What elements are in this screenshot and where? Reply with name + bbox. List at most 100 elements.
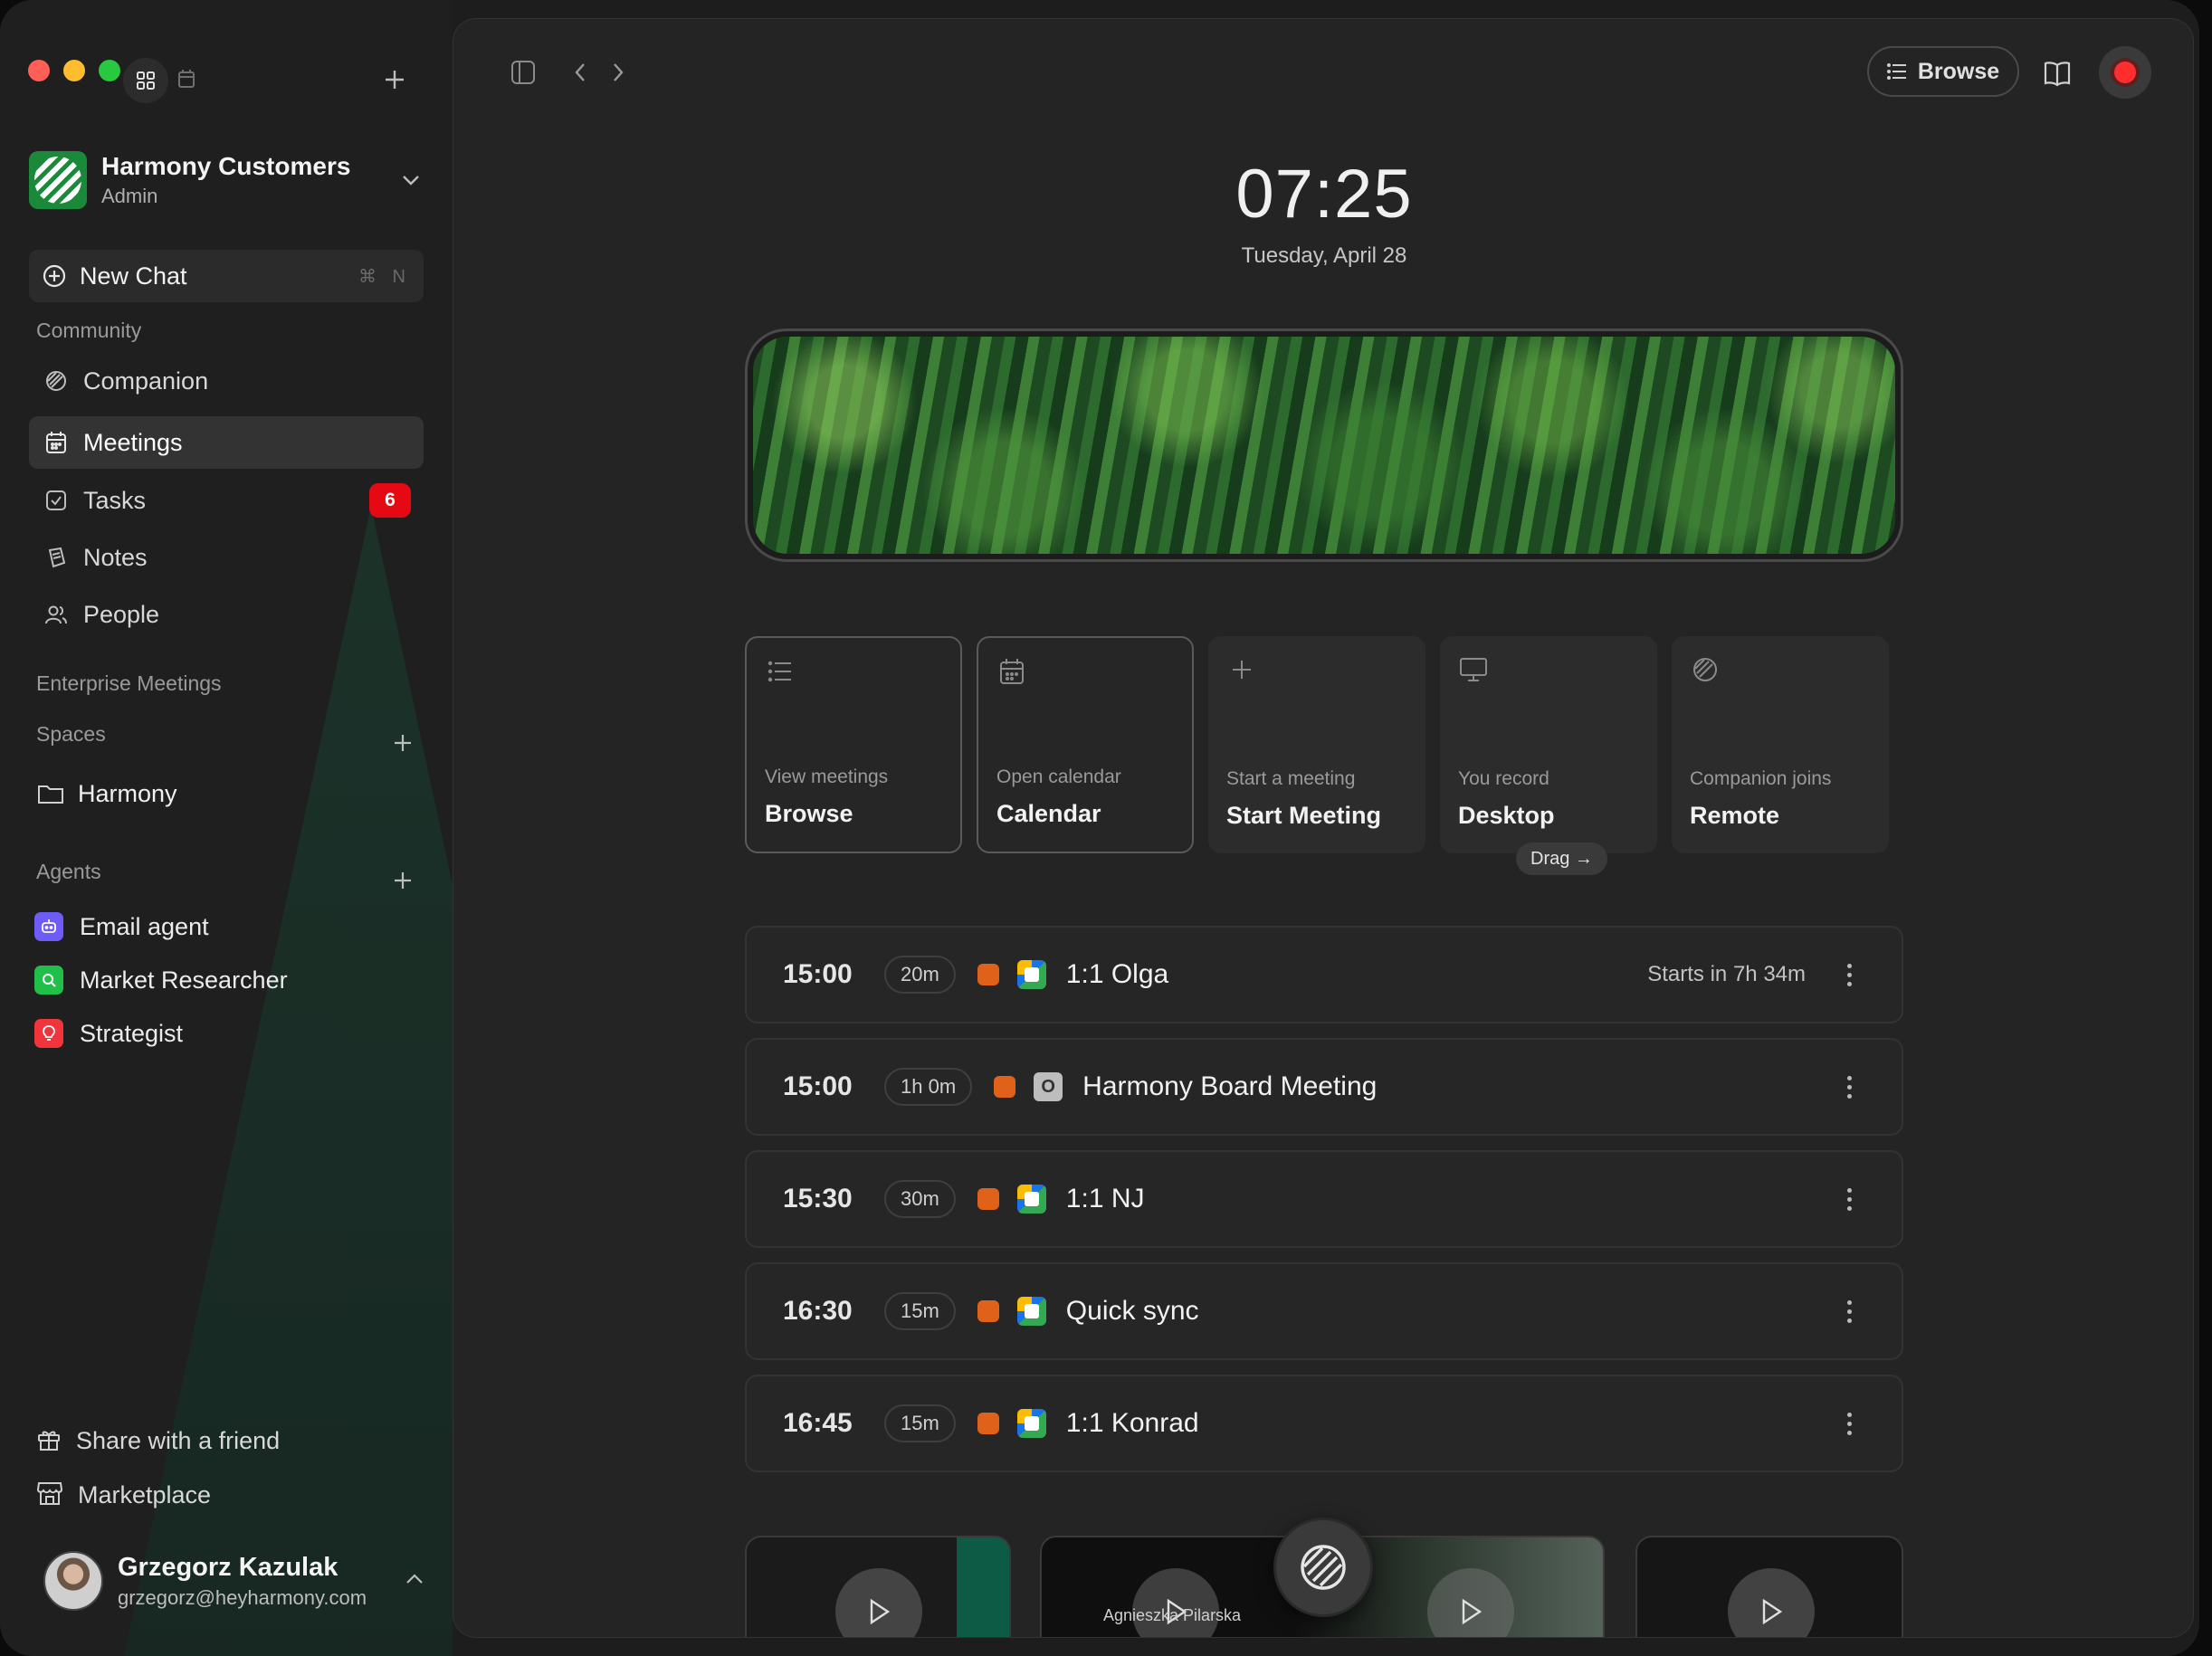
sidebar-item-meetings[interactable]: Meetings bbox=[29, 416, 424, 469]
action-card-start-meeting[interactable]: Start a meeting Start Meeting bbox=[1208, 636, 1425, 853]
companion-icon bbox=[42, 366, 71, 395]
action-card-remote[interactable]: Companion joins Remote bbox=[1672, 636, 1889, 853]
marketplace-link[interactable]: Marketplace bbox=[36, 1475, 211, 1515]
user-profile-menu[interactable]: Grzegorz Kazulak grzegorz@heyharmony.com bbox=[43, 1549, 424, 1613]
action-card-calendar[interactable]: Open calendar Calendar bbox=[977, 636, 1194, 853]
main-content: Browse 07:25 Tuesday, April 28 View meet… bbox=[453, 18, 2194, 1638]
section-label-enterprise-meetings[interactable]: Enterprise Meetings bbox=[36, 671, 222, 696]
meeting-color-dot bbox=[994, 1076, 1016, 1098]
calendar-icon bbox=[42, 428, 71, 457]
new-chat-label: New Chat bbox=[80, 262, 187, 290]
hero-banner bbox=[745, 328, 1903, 562]
recording-thumbnail[interactable] bbox=[1635, 1536, 1903, 1637]
meeting-duration: 30m bbox=[884, 1180, 956, 1218]
back-button[interactable] bbox=[567, 59, 593, 86]
agent-item-label: Strategist bbox=[80, 1019, 184, 1047]
new-tab-button[interactable] bbox=[380, 63, 409, 96]
folder-icon bbox=[36, 779, 65, 808]
user-email: grzegorz@heyharmony.com bbox=[118, 1585, 367, 1609]
action-card-desktop[interactable]: You record Desktop bbox=[1440, 636, 1657, 853]
action-card-browse[interactable]: View meetings Browse bbox=[745, 636, 962, 853]
sidebar-item-notes[interactable]: Notes bbox=[29, 531, 424, 584]
meeting-time: 15:00 bbox=[783, 1071, 853, 1101]
calendar-icon bbox=[178, 70, 195, 88]
window-minimize-button[interactable] bbox=[63, 60, 85, 81]
footer-item-label: Share with a friend bbox=[76, 1426, 281, 1454]
meeting-row[interactable]: 16:45 15m 1:1 Konrad bbox=[745, 1375, 1903, 1472]
apps-grid-button[interactable] bbox=[123, 58, 168, 103]
agent-item-strategist[interactable]: Strategist bbox=[34, 1015, 183, 1052]
new-chat-button[interactable]: New Chat ⌘ N bbox=[29, 250, 424, 302]
tasks-count-badge: 6 bbox=[369, 483, 411, 518]
record-button[interactable] bbox=[2099, 46, 2151, 99]
calendar-view-button[interactable] bbox=[174, 63, 199, 94]
sidebar-item-people[interactable]: People bbox=[29, 588, 424, 641]
add-space-button[interactable] bbox=[389, 729, 416, 757]
sidebar-item-label: Tasks bbox=[83, 486, 147, 514]
meeting-row[interactable]: 15:00 1h 0m O Harmony Board Meeting bbox=[745, 1038, 1903, 1136]
sidebar-item-label: Meetings bbox=[83, 428, 183, 456]
avatar bbox=[43, 1551, 103, 1611]
workspace-switcher[interactable]: Harmony Customers Admin bbox=[29, 148, 427, 212]
meeting-time: 16:30 bbox=[783, 1296, 853, 1326]
monitor-icon bbox=[1458, 654, 1489, 685]
window-zoom-button[interactable] bbox=[99, 60, 120, 81]
plus-icon bbox=[395, 735, 411, 751]
library-button[interactable] bbox=[2039, 55, 2075, 91]
meeting-duration: 1h 0m bbox=[884, 1068, 973, 1106]
meeting-row[interactable]: 15:30 30m 1:1 NJ bbox=[745, 1150, 1903, 1248]
toggle-sidebar-button[interactable] bbox=[508, 57, 539, 88]
card-subtitle: Start a meeting bbox=[1226, 768, 1356, 789]
chevron-down-icon bbox=[398, 167, 424, 193]
meeting-row[interactable]: 16:30 15m Quick sync bbox=[745, 1262, 1903, 1360]
drag-hint[interactable]: Drag → bbox=[1516, 842, 1607, 875]
app-window: Harmony Customers Admin New Chat ⌘ N Com… bbox=[0, 0, 2199, 1656]
plus-icon bbox=[395, 872, 411, 889]
sidebar-toggle-icon bbox=[511, 61, 535, 84]
share-with-friend-link[interactable]: Share with a friend bbox=[36, 1421, 280, 1461]
forest-image bbox=[753, 337, 1895, 554]
user-name: Grzegorz Kazulak bbox=[118, 1552, 338, 1582]
play-icon bbox=[1728, 1568, 1815, 1637]
plus-circle-icon bbox=[43, 264, 66, 288]
card-title: Calendar bbox=[996, 800, 1101, 827]
meeting-row[interactable]: 15:00 20m 1:1 Olga Starts in 7h 34m bbox=[745, 926, 1903, 1023]
current-date: Tuesday, April 28 bbox=[1241, 243, 1407, 268]
sidebar-item-label: Notes bbox=[83, 543, 148, 571]
meeting-color-dot bbox=[977, 1188, 999, 1210]
space-item-harmony[interactable]: Harmony bbox=[24, 767, 418, 820]
more-options-icon[interactable] bbox=[1842, 1412, 1856, 1435]
sidebar-item-label: Companion bbox=[83, 366, 209, 395]
agent-item-email-agent[interactable]: Email agent bbox=[34, 909, 209, 945]
card-title: Desktop bbox=[1458, 802, 1555, 829]
outlook-icon: O bbox=[1034, 1072, 1063, 1101]
recording-thumbnail[interactable] bbox=[745, 1536, 1011, 1637]
sidebar-item-tasks[interactable]: Tasks 6 bbox=[29, 474, 424, 527]
checkbox-icon bbox=[42, 486, 71, 515]
meeting-title: 1:1 Olga bbox=[1065, 959, 1169, 989]
current-time: 07:25 bbox=[1235, 156, 1413, 233]
browse-button[interactable]: Browse bbox=[1867, 46, 2019, 97]
chevron-up-icon bbox=[405, 1573, 424, 1589]
meeting-duration: 20m bbox=[884, 956, 956, 994]
sidebar: Harmony Customers Admin New Chat ⌘ N Com… bbox=[0, 0, 453, 1656]
forward-button[interactable] bbox=[605, 59, 631, 86]
companion-icon bbox=[1690, 654, 1721, 685]
more-options-icon[interactable] bbox=[1842, 1299, 1856, 1323]
chevron-left-icon bbox=[575, 63, 585, 81]
grid-icon bbox=[137, 71, 155, 90]
agent-item-market-researcher[interactable]: Market Researcher bbox=[34, 962, 288, 998]
store-icon bbox=[36, 1480, 63, 1510]
browse-button-label: Browse bbox=[1917, 58, 2000, 84]
more-options-icon[interactable] bbox=[1842, 1187, 1856, 1211]
more-options-icon[interactable] bbox=[1842, 1075, 1856, 1099]
participant-name: Agnieszka Pilarska bbox=[1103, 1606, 1242, 1624]
play-icon bbox=[835, 1568, 922, 1637]
add-agent-button[interactable] bbox=[389, 867, 416, 894]
sidebar-item-companion[interactable]: Companion bbox=[29, 355, 424, 407]
companion-button[interactable] bbox=[1273, 1518, 1373, 1617]
agent-item-label: Email agent bbox=[80, 912, 209, 940]
more-options-icon[interactable] bbox=[1842, 963, 1856, 986]
calendar-icon bbox=[996, 656, 1027, 687]
window-close-button[interactable] bbox=[28, 60, 50, 81]
